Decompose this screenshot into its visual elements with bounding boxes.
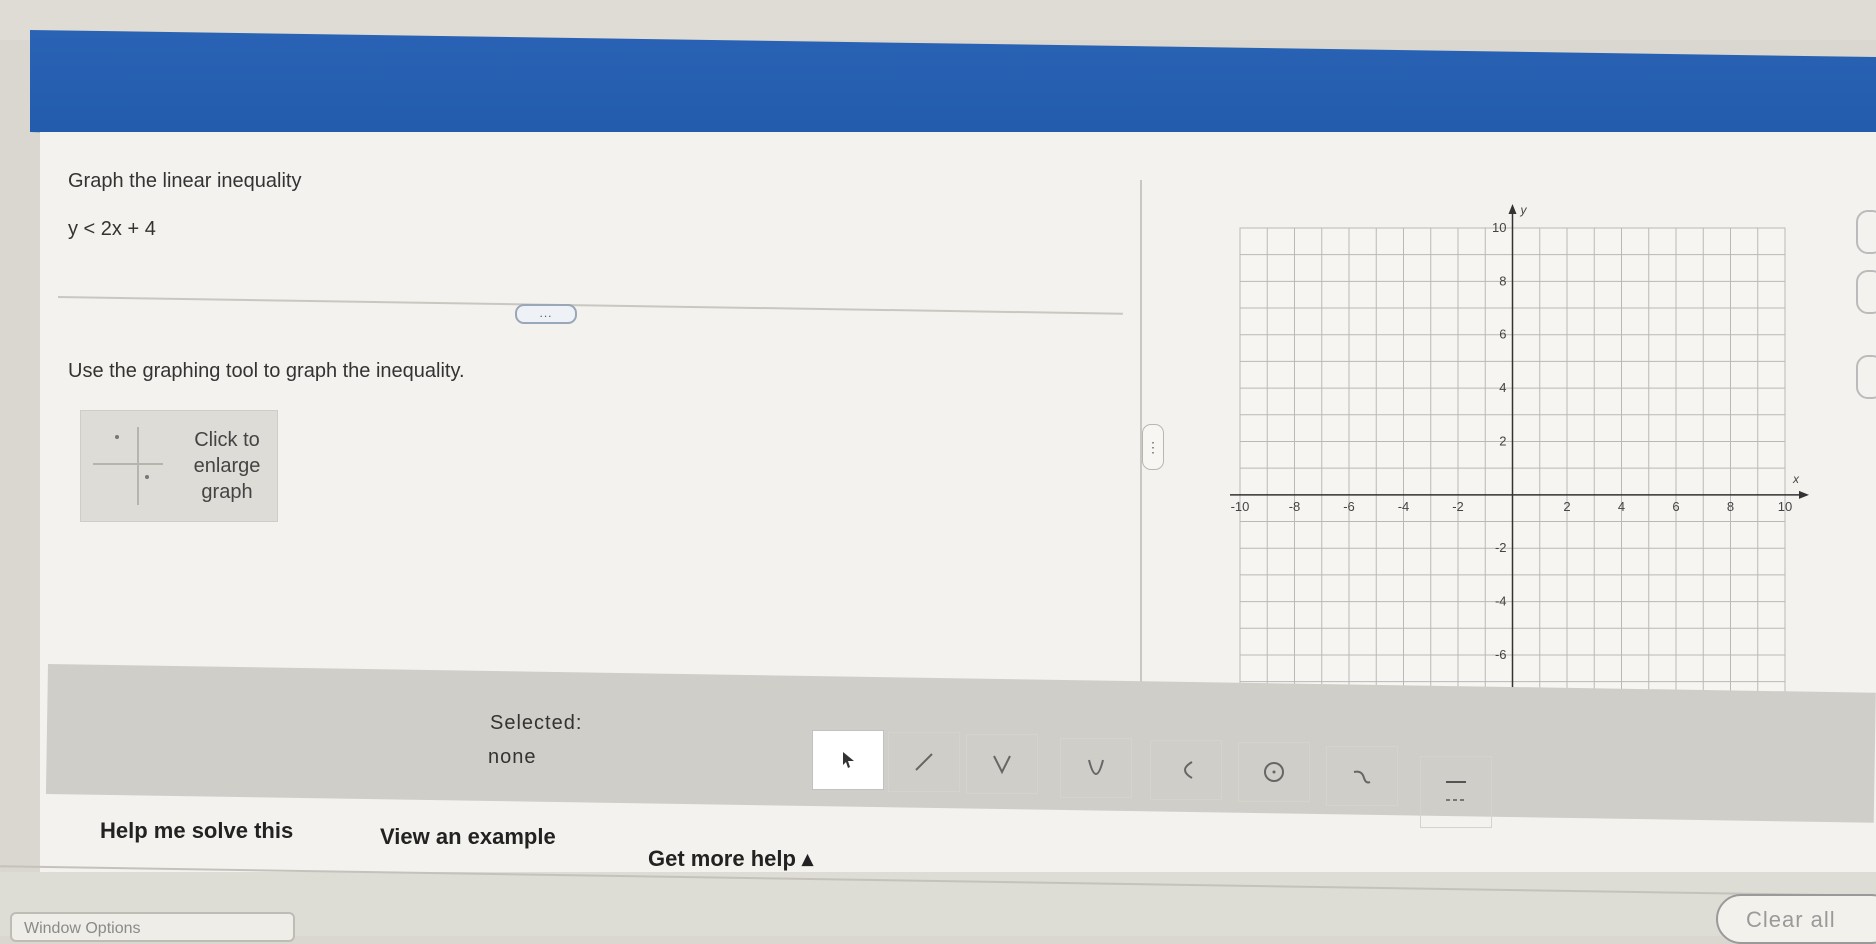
x-tick-label: -6 — [1343, 499, 1355, 514]
side-tab-2[interactable] — [1856, 270, 1876, 314]
x-tick-label: -2 — [1452, 499, 1464, 514]
line-tool-button[interactable] — [888, 732, 960, 792]
y-axis-label: y — [1520, 203, 1528, 217]
line-style-tool-button[interactable] — [1420, 756, 1492, 828]
y-tick-label: -6 — [1495, 647, 1507, 662]
y-tick-label: 8 — [1499, 273, 1506, 288]
x-tick-label: 4 — [1618, 499, 1625, 514]
x-tick-label: 8 — [1727, 499, 1734, 514]
get-more-help-link[interactable]: Get more help ▴ — [648, 846, 813, 872]
half-parabola-icon — [1184, 761, 1193, 779]
pointer-tool-button[interactable] — [812, 730, 884, 790]
graph-thumbnail-icon — [93, 427, 163, 505]
y-tick-label: -4 — [1495, 594, 1507, 609]
enlarge-graph-label: Click to enlarge graph — [193, 429, 261, 503]
side-tab-3[interactable] — [1856, 355, 1876, 399]
x-tick-label: 6 — [1672, 499, 1679, 514]
parabola-icon — [1088, 759, 1104, 775]
y-tick-label: 10 — [1492, 220, 1506, 235]
x-tick-label: -10 — [1231, 499, 1250, 514]
parabola-tool-button[interactable] — [1060, 738, 1132, 798]
window-options-button[interactable]: Window Options — [10, 912, 295, 942]
inequality-text: y < 2x + 4 — [68, 218, 156, 240]
enlarge-graph-button[interactable]: Click to enlarge graph — [80, 410, 278, 522]
question-instruction: Graph the linear inequality — [68, 170, 302, 192]
solid-line-icon — [1446, 781, 1466, 801]
side-tab-1[interactable] — [1856, 210, 1876, 254]
y-tick-label: 4 — [1499, 380, 1506, 395]
selected-value: none — [488, 746, 537, 768]
y-axis-arrow — [1508, 204, 1517, 214]
view-example-link[interactable]: View an example — [380, 824, 556, 850]
half-parabola-tool-button[interactable] — [1150, 740, 1222, 800]
help-me-solve-link[interactable]: Help me solve this — [100, 818, 293, 844]
circle-tool-button[interactable] — [1238, 742, 1310, 802]
x-tick-label: -4 — [1398, 499, 1410, 514]
pointer-icon — [843, 752, 854, 768]
line-icon — [915, 753, 933, 771]
exponential-icon — [1353, 770, 1371, 784]
x-tick-label: -8 — [1289, 499, 1301, 514]
exponential-tool-button[interactable] — [1326, 746, 1398, 806]
x-tick-label: 10 — [1778, 499, 1792, 514]
y-tick-label: -2 — [1495, 540, 1507, 555]
coordinate-graph[interactable]: xy-10-8-6-4-2246810108642-2-4-6-8 — [1215, 200, 1825, 745]
circle-icon — [1264, 762, 1284, 782]
y-tick-label: 2 — [1499, 433, 1506, 448]
y-tick-label: 6 — [1499, 327, 1506, 342]
absolute-value-icon — [993, 755, 1011, 775]
absolute-value-tool-button[interactable] — [966, 734, 1038, 794]
more-button[interactable]: ... — [515, 304, 577, 324]
resize-handle[interactable]: ⋮ — [1142, 424, 1164, 470]
tool-instruction: Use the graphing tool to graph the inequ… — [68, 360, 465, 382]
x-axis-arrow — [1799, 490, 1809, 499]
x-tick-label: 2 — [1563, 499, 1570, 514]
clear-all-button[interactable]: Clear all — [1716, 894, 1876, 944]
x-axis-label: x — [1792, 472, 1800, 486]
selected-label: Selected: — [490, 712, 583, 734]
